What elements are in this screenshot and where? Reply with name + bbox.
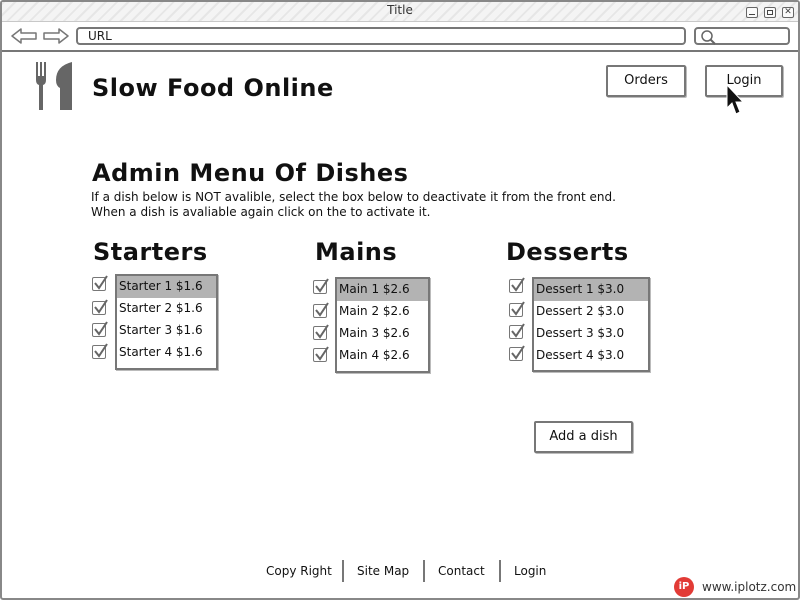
instructions-text: If a dish below is NOT avalible, select … xyxy=(91,190,616,220)
dessert-1-checkbox[interactable] xyxy=(509,277,525,293)
footer-link-login[interactable]: Login xyxy=(514,564,546,578)
watermark: iP www.iplotz.com xyxy=(674,576,796,598)
back-arrow-icon[interactable] xyxy=(10,28,38,44)
checkmark-icon xyxy=(315,302,329,317)
dessert-4-checkbox[interactable] xyxy=(509,345,525,361)
watermark-text: www.iplotz.com xyxy=(702,580,797,594)
starters-list[interactable]: Starter 1 $1.6 Starter 2 $1.6 Starter 3 … xyxy=(115,274,218,370)
footer-link-copyright[interactable]: Copy Right xyxy=(266,564,332,578)
site-title: Slow Food Online xyxy=(92,74,334,102)
list-item[interactable]: Main 3 $2.6 xyxy=(337,323,428,345)
orders-button[interactable]: Orders xyxy=(606,65,686,97)
browser-search-input[interactable] xyxy=(694,27,790,45)
main-4-checkbox[interactable] xyxy=(313,346,329,362)
list-item[interactable]: Main 1 $2.6 xyxy=(337,279,428,301)
dessert-2-checkbox[interactable] xyxy=(509,301,525,317)
instructions-line: If a dish below is NOT avalible, select … xyxy=(91,190,616,204)
list-item[interactable]: Starter 4 $1.6 xyxy=(117,342,216,364)
checkmark-icon xyxy=(94,299,108,314)
checkmark-icon xyxy=(315,346,329,361)
forward-arrow-icon[interactable] xyxy=(42,28,70,44)
title-bar: Title ✕ xyxy=(2,2,798,22)
dessert-3-checkbox[interactable] xyxy=(509,323,525,339)
search-icon xyxy=(701,30,716,45)
checkmark-icon xyxy=(511,277,525,292)
minimize-icon[interactable] xyxy=(746,7,758,18)
checkmark-icon xyxy=(315,278,329,293)
url-input[interactable]: URL xyxy=(76,27,686,45)
main-1-checkbox[interactable] xyxy=(313,278,329,294)
list-item[interactable]: Main 4 $2.6 xyxy=(337,345,428,367)
login-button[interactable]: Login xyxy=(705,65,783,97)
checkmark-icon xyxy=(94,275,108,290)
list-item[interactable]: Dessert 4 $3.0 xyxy=(534,345,648,367)
mains-list[interactable]: Main 1 $2.6 Main 2 $2.6 Main 3 $2.6 Main… xyxy=(335,277,430,373)
checkmark-icon xyxy=(511,301,525,316)
fork-knife-logo-icon xyxy=(36,62,72,110)
browser-navbar: URL xyxy=(2,22,798,52)
main-2-checkbox[interactable] xyxy=(313,302,329,318)
list-item[interactable]: Dessert 3 $3.0 xyxy=(534,323,648,345)
footer-divider xyxy=(342,560,344,582)
checkmark-icon xyxy=(511,345,525,360)
starter-4-checkbox[interactable] xyxy=(92,343,108,359)
list-item[interactable]: Dessert 1 $3.0 xyxy=(534,279,648,301)
add-dish-button[interactable]: Add a dish xyxy=(534,421,633,453)
starter-3-checkbox[interactable] xyxy=(92,321,108,337)
list-item[interactable]: Starter 1 $1.6 xyxy=(117,276,216,298)
footer-link-sitemap[interactable]: Site Map xyxy=(357,564,409,578)
checkmark-icon xyxy=(94,321,108,336)
list-item[interactable]: Starter 2 $1.6 xyxy=(117,298,216,320)
footer-link-contact[interactable]: Contact xyxy=(438,564,485,578)
list-item[interactable]: Starter 3 $1.6 xyxy=(117,320,216,342)
footer-divider xyxy=(423,560,425,582)
checkmark-icon xyxy=(94,343,108,358)
instructions-line: When a dish is avaliable again click on … xyxy=(91,205,431,219)
list-item[interactable]: Dessert 2 $3.0 xyxy=(534,301,648,323)
starter-1-checkbox[interactable] xyxy=(92,275,108,291)
maximize-icon[interactable] xyxy=(764,7,776,18)
checkmark-icon xyxy=(511,323,525,338)
mouse-cursor-icon xyxy=(726,84,744,115)
footer-divider xyxy=(499,560,501,582)
checkmark-icon xyxy=(315,324,329,339)
desserts-list[interactable]: Dessert 1 $3.0 Dessert 2 $3.0 Dessert 3 … xyxy=(532,277,650,372)
desserts-heading: Desserts xyxy=(506,238,629,266)
main-3-checkbox[interactable] xyxy=(313,324,329,340)
browser-window: Title ✕ URL Slow Food Online Orders Logi… xyxy=(0,0,800,600)
page-title: Admin Menu Of Dishes xyxy=(92,159,409,187)
starters-heading: Starters xyxy=(93,238,208,266)
mains-heading: Mains xyxy=(315,238,398,266)
iplotz-logo-icon: iP xyxy=(674,577,694,597)
starter-2-checkbox[interactable] xyxy=(92,299,108,315)
close-icon[interactable]: ✕ xyxy=(782,7,794,18)
list-item[interactable]: Main 2 $2.6 xyxy=(337,301,428,323)
window-title: Title xyxy=(387,3,413,17)
